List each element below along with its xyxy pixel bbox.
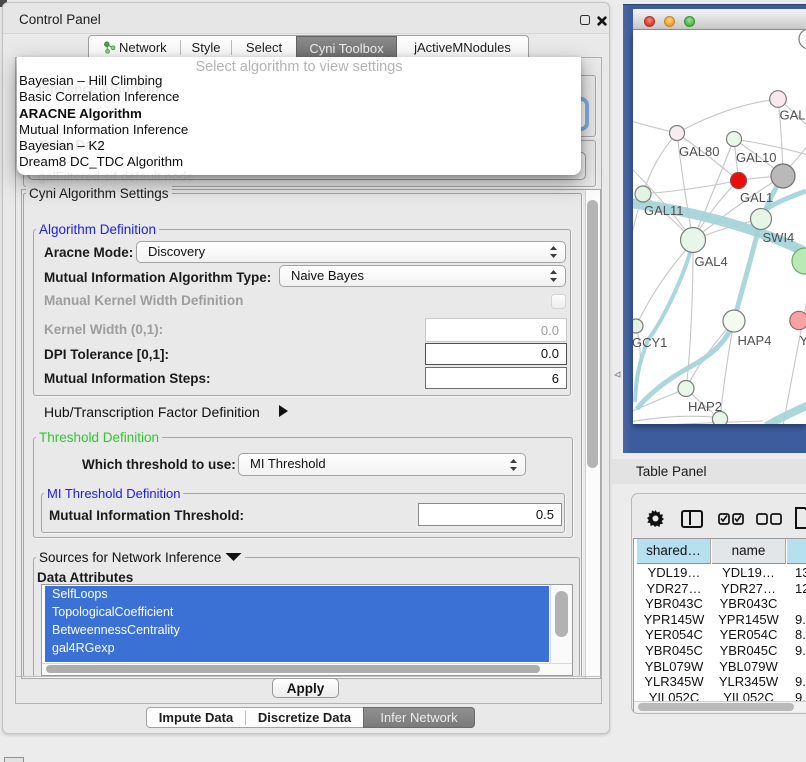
svg-text:GAL4: GAL4 — [695, 254, 728, 269]
svg-text:GAL10: GAL10 — [736, 150, 776, 165]
svg-text:SWI4: SWI4 — [763, 230, 795, 245]
svg-text:HAP2: HAP2 — [688, 399, 722, 414]
svg-text:GAL11: GAL11 — [644, 203, 684, 218]
svg-text:HAP4: HAP4 — [738, 333, 772, 348]
svg-text:GAL80: GAL80 — [679, 144, 719, 159]
svg-text:GAL1: GAL1 — [740, 190, 773, 205]
svg-text:GCY1: GCY1 — [633, 335, 667, 350]
svg-text:GAL2: GAL2 — [780, 108, 806, 123]
svg-text:YE: YE — [800, 333, 806, 348]
